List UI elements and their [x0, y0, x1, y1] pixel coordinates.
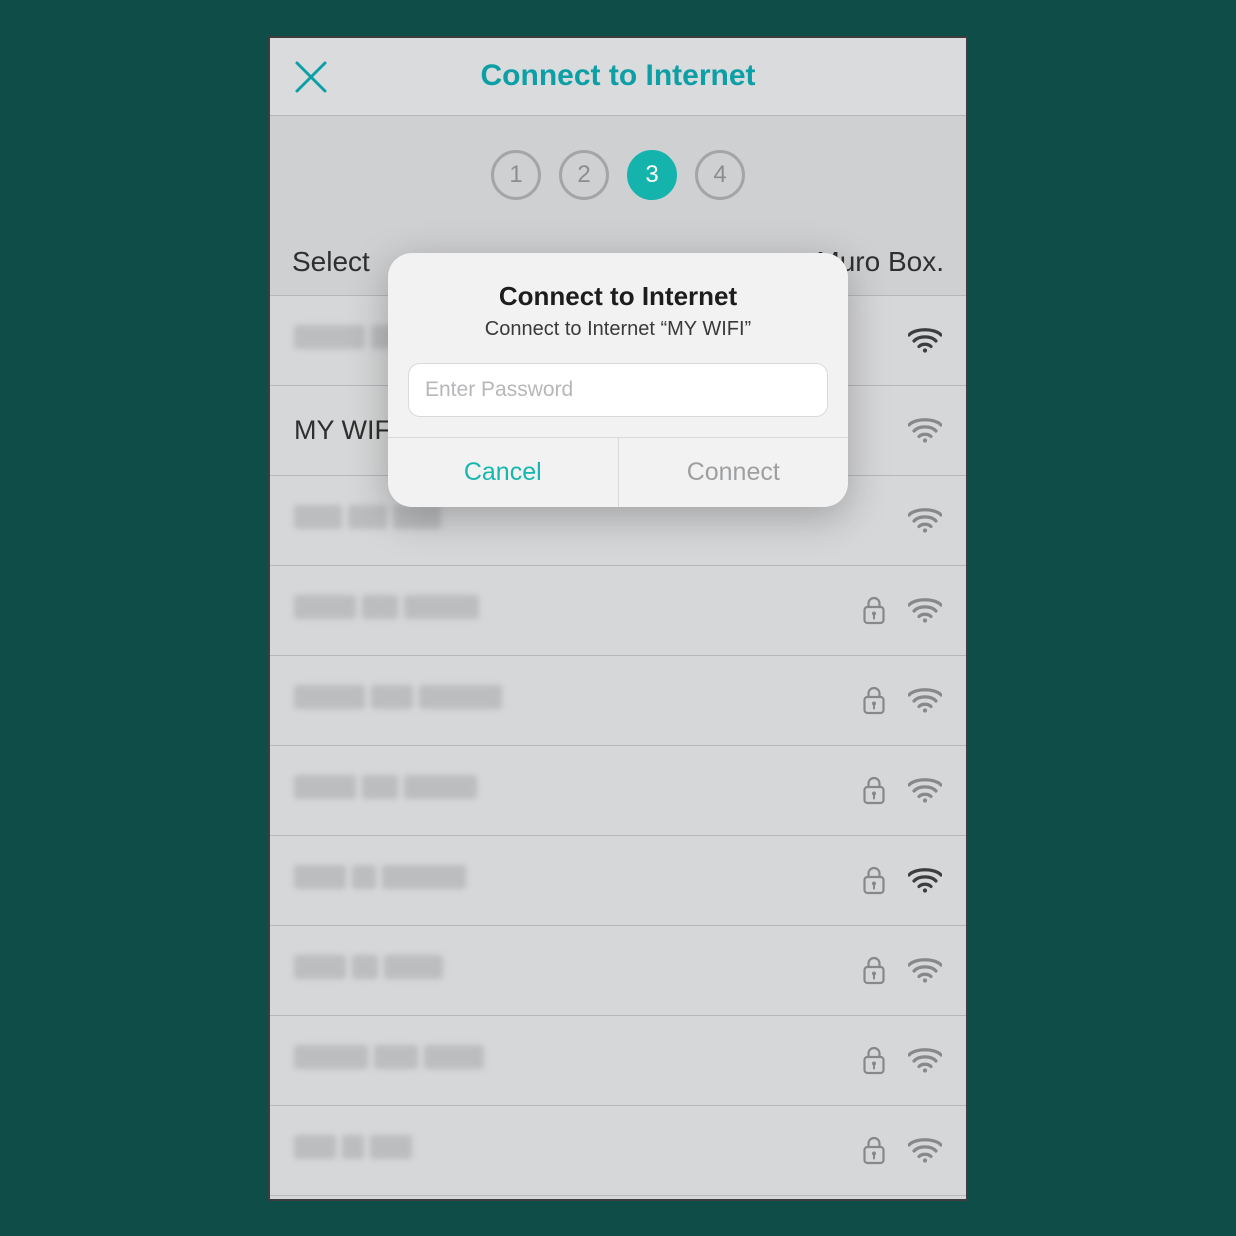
dialog-buttons: Cancel Connect [388, 437, 848, 507]
dialog-subtitle: Connect to Internet “MY WIFI” [414, 318, 822, 341]
dialog-title: Connect to Internet [414, 281, 822, 312]
device-screen: Connect to Internet 1 2 3 4 Select a Wi-… [268, 36, 968, 1201]
modal-overlay: Connect to Internet Connect to Internet … [270, 38, 966, 1199]
password-dialog: Connect to Internet Connect to Internet … [388, 253, 848, 507]
connect-button[interactable]: Connect [619, 438, 849, 507]
password-input[interactable] [408, 363, 828, 417]
dialog-input-wrap [388, 363, 848, 437]
cancel-button[interactable]: Cancel [388, 438, 619, 507]
dialog-header: Connect to Internet Connect to Internet … [388, 253, 848, 363]
